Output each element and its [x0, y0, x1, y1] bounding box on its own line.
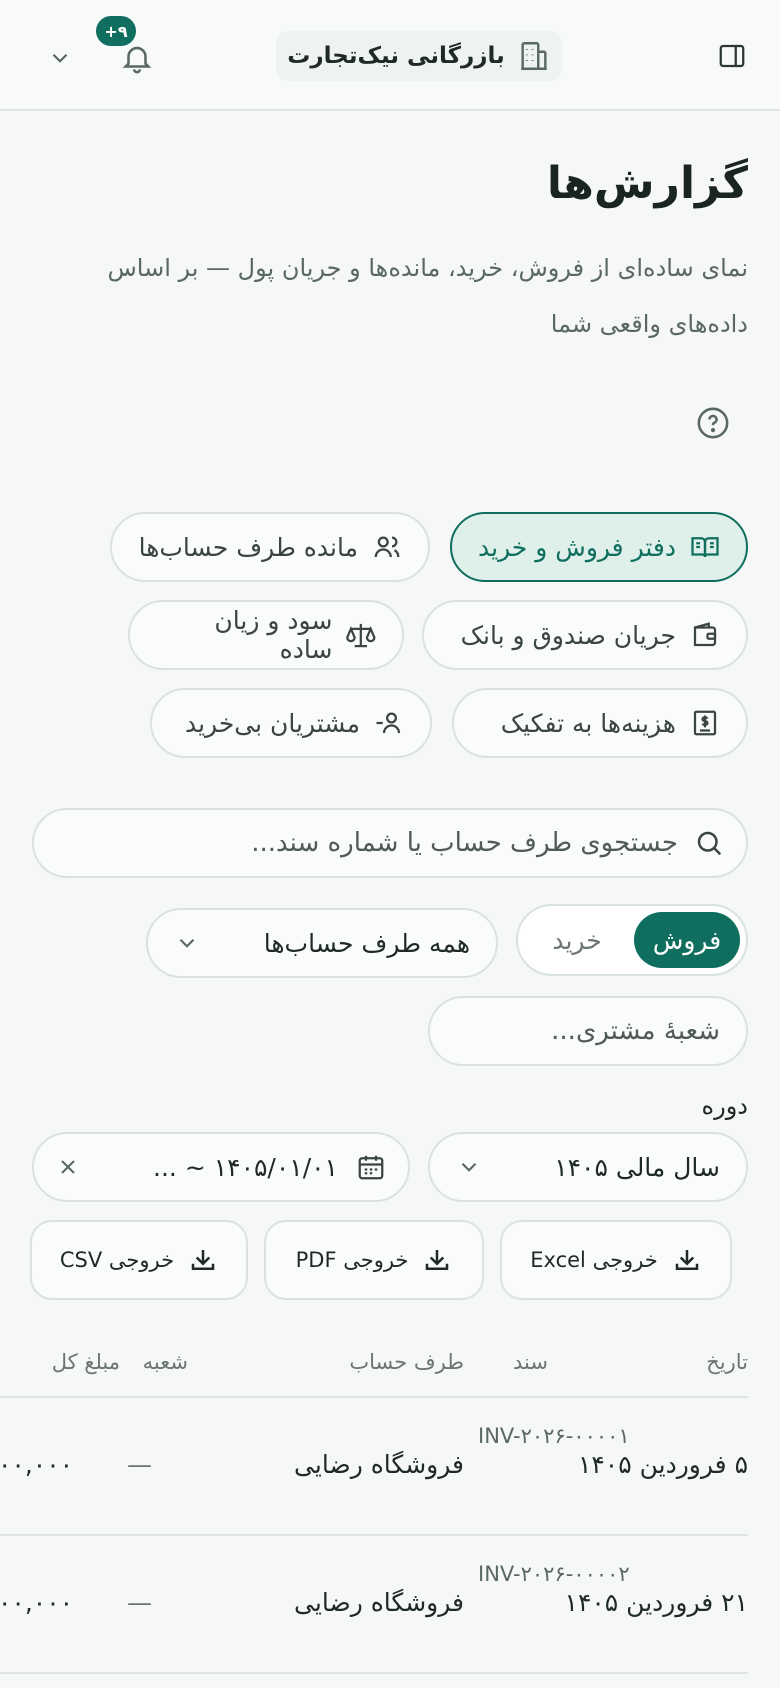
- fiscal-year-value: سال مالی ۱۴۰۵: [554, 1152, 720, 1182]
- col-total: مبلغ کل: [51, 1350, 120, 1374]
- table-row[interactable]: ۵ فروردین ۱۴۰۵ INV-۲۰۲۶-۰۰۰۰۱ فروشگاه رض…: [0, 1398, 748, 1536]
- search-input[interactable]: [56, 828, 678, 858]
- chevron-down-icon: [179, 938, 195, 948]
- tab-label: جریان صندوق و بانک: [460, 620, 676, 650]
- party-select-value: همه طرف حساب‌ها: [263, 928, 470, 958]
- col-party: طرف حساب: [349, 1350, 464, 1374]
- tab-simple-profit-loss[interactable]: سود و زیان ساده: [128, 600, 404, 670]
- toggle-sale[interactable]: فروش: [634, 912, 740, 968]
- chevron-down-icon: [52, 53, 68, 63]
- export-excel-label: خروجی Excel: [530, 1248, 658, 1272]
- cell-party: فروشگاه رضایی: [294, 1450, 464, 1479]
- users-icon: [374, 536, 400, 558]
- download-icon: [675, 1250, 699, 1270]
- page-title: گزارش‌ها: [546, 158, 748, 209]
- toggle-purchase[interactable]: خرید: [524, 912, 630, 968]
- notification-badge: ۹+: [96, 16, 136, 46]
- export-csv-button[interactable]: خروجی CSV: [30, 1220, 248, 1300]
- download-icon: [191, 1250, 215, 1270]
- bell-icon: [122, 46, 152, 74]
- download-icon: [426, 1250, 449, 1270]
- tab-label: هزینه‌ها به تفکیک: [500, 708, 676, 738]
- date-range-picker[interactable]: ۱۴۰۵/۰۱/۰۱ ~ ...: [32, 1132, 410, 1202]
- report-table: تاریخ سند طرف حساب شعبه مبلغ کل ۵ فروردی…: [0, 1330, 748, 1674]
- tab-party-balances[interactable]: مانده طرف حساب‌ها: [110, 512, 430, 582]
- tab-label: سود و زیان ساده: [214, 606, 333, 664]
- cell-branch: —: [127, 1450, 152, 1479]
- user-minus-icon: [376, 712, 401, 734]
- cell-total: ۰۰,۰۰۰: [0, 1450, 74, 1479]
- party-select[interactable]: همه طرف حساب‌ها: [146, 908, 498, 978]
- wallet-icon: [693, 622, 717, 647]
- clear-date-button[interactable]: [56, 1155, 80, 1179]
- export-pdf-button[interactable]: خروجی PDF: [264, 1220, 484, 1300]
- tab-inactive-customers[interactable]: مشتریان بی‌خرید: [150, 688, 432, 758]
- building-icon: [520, 42, 547, 70]
- calendar-icon: [358, 1155, 384, 1180]
- help-button[interactable]: [696, 406, 730, 440]
- book-open-icon: [691, 537, 719, 558]
- col-date: تاریخ: [706, 1350, 748, 1374]
- chevron-down-icon: [461, 1162, 477, 1172]
- tab-label: مشتریان بی‌خرید: [184, 708, 360, 738]
- help-circle-icon: [697, 407, 729, 439]
- date-range-value: ۱۴۰۵/۰۱/۰۱ ~ ...: [153, 1152, 338, 1182]
- period-label: دوره: [701, 1092, 748, 1120]
- tab-label: دفتر فروش و خرید: [478, 532, 676, 562]
- cell-branch: —: [127, 1588, 152, 1617]
- tab-cash-bank-flow[interactable]: جریان صندوق و بانک: [422, 600, 748, 670]
- table-header: تاریخ سند طرف حساب شعبه مبلغ کل: [0, 1330, 748, 1398]
- export-csv-label: خروجی CSV: [59, 1248, 175, 1272]
- sidebar-toggle-button[interactable]: [714, 38, 750, 74]
- type-toggle[interactable]: فروش خرید: [516, 904, 748, 976]
- export-excel-button[interactable]: خروجی Excel: [500, 1220, 732, 1300]
- tab-sales-purchase-ledger[interactable]: دفتر فروش و خرید: [450, 512, 748, 582]
- scale-icon: [346, 623, 376, 648]
- search-box[interactable]: [32, 808, 748, 878]
- sidebar-icon: [719, 44, 745, 68]
- search-icon: [697, 831, 722, 856]
- tab-label: مانده طرف حساب‌ها: [138, 532, 358, 562]
- cell-doc: INV-۲۰۲۶-۰۰۰۰۱: [478, 1424, 630, 1448]
- page-subtitle: نمای ساده‌ای از فروش، خرید، مانده‌ها و ج…: [107, 254, 748, 338]
- cell-date: ۲۱ فروردین ۱۴۰۵: [564, 1588, 748, 1617]
- table-row[interactable]: ۲۱ فروردین ۱۴۰۵ INV-۲۰۲۶-۰۰۰۰۲ فروشگاه ر…: [0, 1536, 748, 1674]
- col-branch: شعبه: [142, 1350, 188, 1374]
- tab-expenses-breakdown[interactable]: هزینه‌ها به تفکیک: [452, 688, 748, 758]
- cell-party: فروشگاه رضایی: [294, 1588, 464, 1617]
- cell-date: ۵ فروردین ۱۴۰۵: [577, 1450, 748, 1479]
- fiscal-year-select[interactable]: سال مالی ۱۴۰۵: [428, 1132, 748, 1202]
- col-doc: سند: [513, 1350, 548, 1374]
- receipt-icon: [693, 710, 717, 736]
- export-pdf-label: خروجی PDF: [295, 1248, 409, 1272]
- top-bar: بازرگانی نیک‌تجارت ۹+: [0, 0, 780, 111]
- cell-doc: INV-۲۰۲۶-۰۰۰۰۲: [478, 1562, 630, 1586]
- brand-name: بازرگانی نیک‌تجارت: [287, 43, 505, 69]
- close-icon: [61, 1160, 75, 1174]
- branch-field[interactable]: [428, 996, 748, 1066]
- branch-input[interactable]: [456, 1016, 720, 1046]
- account-menu-button[interactable]: [46, 44, 74, 72]
- cell-total: ۰۰,۰۰۰: [0, 1588, 74, 1617]
- brand[interactable]: بازرگانی نیک‌تجارت: [276, 31, 562, 81]
